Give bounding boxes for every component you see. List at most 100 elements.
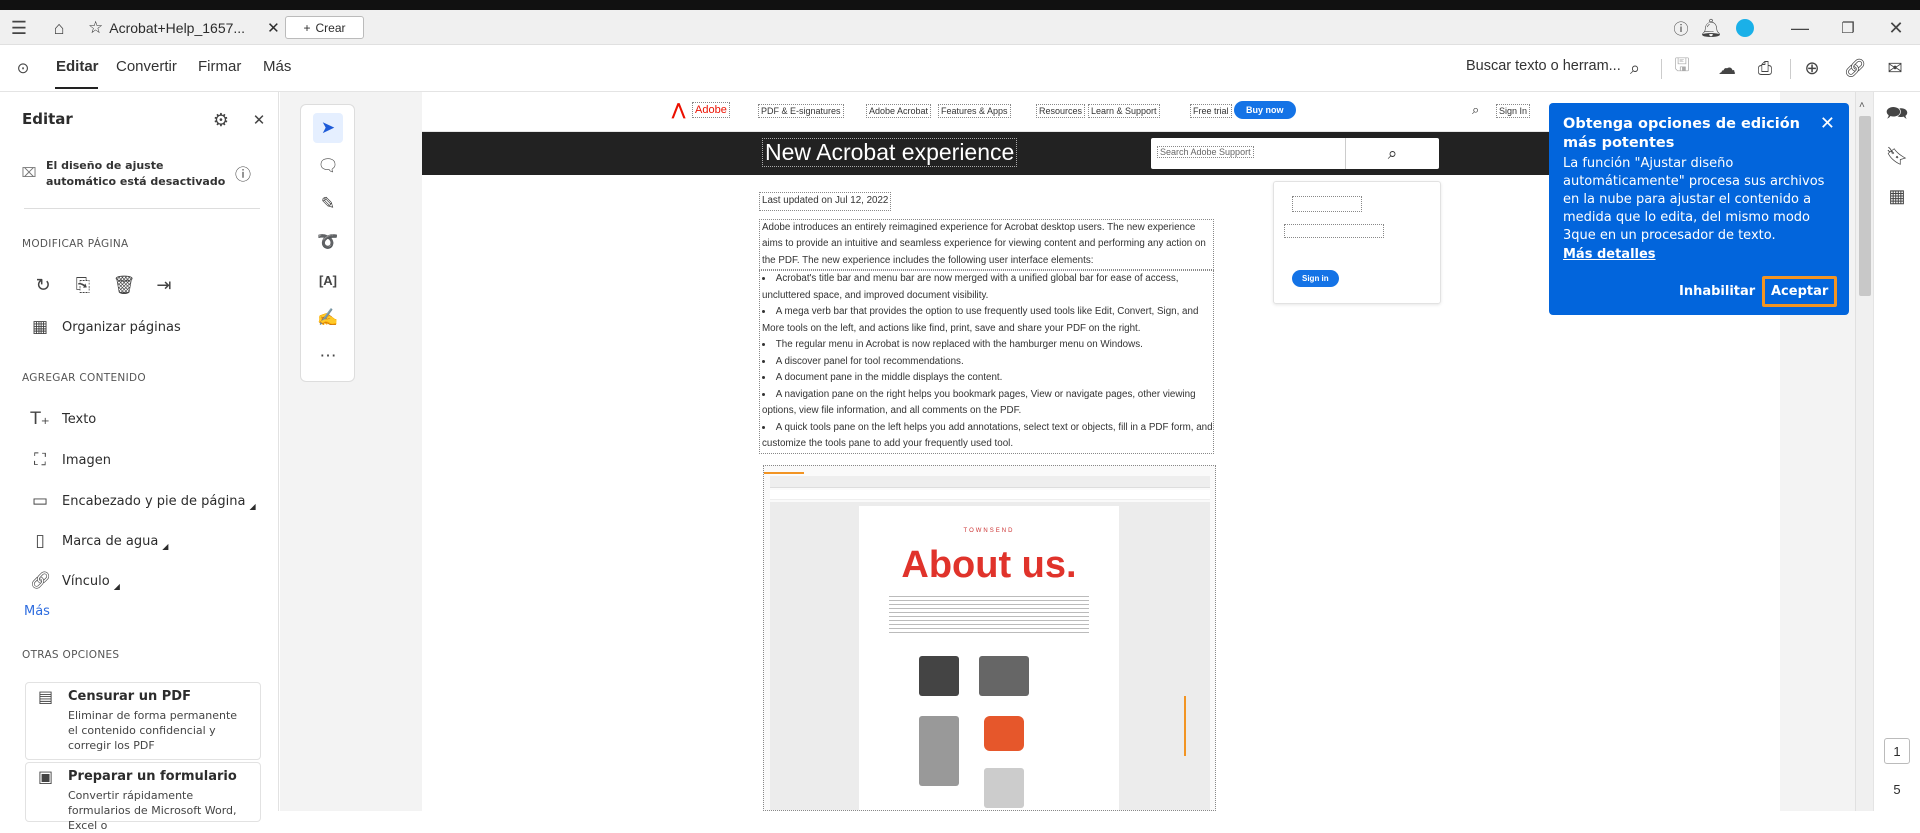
upload-cloud-icon[interactable]: ☁ (1716, 57, 1738, 79)
nav-item[interactable]: Adobe Acrobat (866, 104, 932, 118)
add-image-label: Imagen (62, 452, 111, 468)
highlight-tool-icon[interactable]: ✎ (313, 189, 343, 219)
nav-item[interactable]: PDF & E-signatures (758, 104, 844, 118)
create-button[interactable]: + Crear (285, 16, 364, 39)
section-modify-page: MODIFICAR PÁGINA (22, 238, 129, 250)
support-search[interactable]: Search Adobe Support ⌕ (1151, 138, 1439, 169)
buy-now-button[interactable]: Buy now (1234, 101, 1296, 119)
draw-tool-icon[interactable]: ➰ (313, 227, 343, 257)
bullet-item: A document pane in the middle displays t… (762, 370, 1213, 387)
submenu-icon: ◢ (249, 501, 256, 511)
gear-icon[interactable]: ⚙ (210, 109, 232, 131)
text-select-tool-icon[interactable]: [A] (313, 265, 343, 295)
redact-card[interactable]: ▤ Censurar un PDF Eliminar de forma perman… (25, 682, 261, 760)
info-icon[interactable]: ⓘ (232, 162, 254, 184)
organize-pages-label: Organizar páginas (62, 319, 181, 335)
bell-icon[interactable]: 🔔︎ (1700, 17, 1723, 39)
watermark[interactable]: ▯ Marca de agua ◢ (30, 531, 168, 551)
tab-editar[interactable]: Editar (56, 58, 99, 75)
tab-mas[interactable]: Más (263, 58, 291, 75)
star-icon[interactable]: ☆ (88, 18, 103, 38)
hamburger-menu-icon[interactable]: ☰ (8, 17, 30, 39)
avatar[interactable] (1736, 19, 1754, 37)
nav-item[interactable]: Features & Apps (938, 104, 1011, 118)
plus-icon: + (303, 20, 311, 35)
tab-firmar[interactable]: Firmar (198, 58, 241, 75)
support-search-input[interactable]: Search Adobe Support (1157, 146, 1254, 158)
restore-icon[interactable]: ❐ (1836, 17, 1860, 39)
section-other-options: OTRAS OPCIONES (22, 649, 120, 661)
search-icon[interactable]: ⌕ (1624, 57, 1646, 79)
product-image (919, 716, 959, 786)
scroll-up-icon[interactable]: ˄ (1859, 100, 1865, 111)
edit-options-popup: Obtenga opciones de edición más potentes… (1549, 103, 1849, 315)
vertical-scrollbar[interactable]: ˄ (1855, 92, 1873, 811)
nav-item[interactable]: Learn & Support (1088, 104, 1160, 118)
share-user-icon[interactable]: ⊕ (1801, 57, 1823, 79)
search-icon[interactable]: ⌕ (1345, 138, 1439, 169)
add-text[interactable]: T₊ Texto (30, 409, 96, 429)
print-icon[interactable]: ⎙ (1754, 57, 1776, 79)
more-tools-icon[interactable]: ⋯ (313, 341, 343, 371)
organize-pages[interactable]: ▦ Organizar páginas (30, 317, 181, 337)
search-icon[interactable]: ⌕ (1472, 102, 1479, 118)
accept-button[interactable]: Aceptar (1762, 276, 1838, 307)
last-updated: Last updated on Jul 12, 2022 (759, 192, 892, 211)
watermark-label: Marca de agua (62, 533, 159, 549)
help-icon[interactable]: ⓘ (1670, 17, 1692, 39)
comments-icon[interactable]: 🗪 (1885, 103, 1909, 128)
more-link[interactable]: Más (24, 604, 50, 619)
adobe-logo-icon: ⋀ (672, 102, 686, 119)
watermark-icon: ▯ (35, 531, 45, 551)
close-window-icon[interactable]: ✕ (1884, 17, 1908, 39)
close-tab-icon[interactable]: ✕ (267, 19, 280, 37)
thumbnails-icon[interactable]: ▦ (1885, 184, 1909, 208)
bullet-item: A discover panel for tool recommendation… (762, 354, 1213, 371)
current-page-input[interactable]: 1 (1884, 738, 1910, 764)
close-panel-icon[interactable]: ✕ (248, 109, 270, 131)
select-tool-icon[interactable]: ➤ (313, 113, 343, 143)
article-body: Last updated on Jul 12, 2022 Adobe intro… (759, 192, 1214, 454)
nav-item[interactable]: Free trial (1190, 104, 1232, 118)
delete-icon[interactable]: 🗑︎ (113, 274, 136, 296)
document-tab[interactable]: ☆ Acrobat+Help_1657... ✕ (88, 14, 288, 41)
scrollbar-thumb[interactable] (1859, 116, 1871, 296)
comment-tool-icon[interactable]: 🗨︎ (313, 151, 343, 181)
sign-in-link[interactable]: Sign In (1496, 104, 1531, 118)
sign-tool-icon[interactable]: ✍ (313, 303, 343, 333)
mail-icon[interactable]: ✉ (1884, 57, 1906, 79)
nav-item[interactable]: Resources (1036, 104, 1086, 118)
tab-title: Acrobat+Help_1657... (109, 19, 246, 36)
tab-bar: ☰ ⌂ ☆ Acrobat+Help_1657... ✕ + Crear ⓘ 🔔︎… (0, 10, 1920, 45)
callout-line (1184, 696, 1186, 756)
extract-page-icon[interactable]: ⇥ (153, 274, 175, 296)
bullet-item: A quick tools pane on the left helps you… (762, 420, 1213, 453)
disable-button[interactable]: Inhabilitar (1679, 284, 1755, 299)
title-strip (0, 0, 1920, 10)
broken-image-icon (1292, 196, 1362, 212)
tab-convertir[interactable]: Convertir (116, 58, 177, 75)
rotate-icon[interactable]: ↻ (32, 274, 54, 296)
right-rail: 🗪 🔖︎ ▦ 1 5 (1873, 92, 1920, 811)
acrobat-icon[interactable]: ⊙ (12, 57, 34, 79)
more-details-link[interactable]: Más detalles (1563, 247, 1835, 262)
link[interactable]: 🔗︎ Vínculo ◢ (30, 571, 120, 591)
home-icon[interactable]: ⌂ (48, 17, 70, 39)
product-image (984, 768, 1024, 808)
sign-in-button[interactable]: Sign in (1292, 270, 1339, 287)
search-tools-input[interactable]: Buscar texto o herram... (1466, 58, 1621, 74)
screenshot-menubar (770, 490, 1210, 500)
header-footer[interactable]: ▭ Encabezado y pie de página ◢ (30, 491, 256, 511)
minimize-icon[interactable]: — (1788, 17, 1812, 39)
close-popup-icon[interactable]: ✕ (1820, 113, 1835, 134)
prepare-form-card[interactable]: ▣ Preparar un formulario Convertir rápidam… (25, 762, 261, 832)
add-image[interactable]: ⛶ Imagen (30, 450, 111, 470)
section-add-content: AGREGAR CONTENIDO (22, 372, 146, 384)
save-icon[interactable]: 🖫 (1671, 55, 1693, 79)
bookmarks-icon[interactable]: 🔖︎ (1885, 144, 1909, 168)
link-icon[interactable]: 🔗︎ (1844, 57, 1867, 79)
bullet-item: A mega verb bar that provides the option… (762, 304, 1213, 337)
sign-in-card: Sign in (1273, 181, 1441, 304)
adobe-brand[interactable]: Adobe (692, 102, 730, 118)
insert-page-icon[interactable]: ⎘ (72, 274, 94, 296)
